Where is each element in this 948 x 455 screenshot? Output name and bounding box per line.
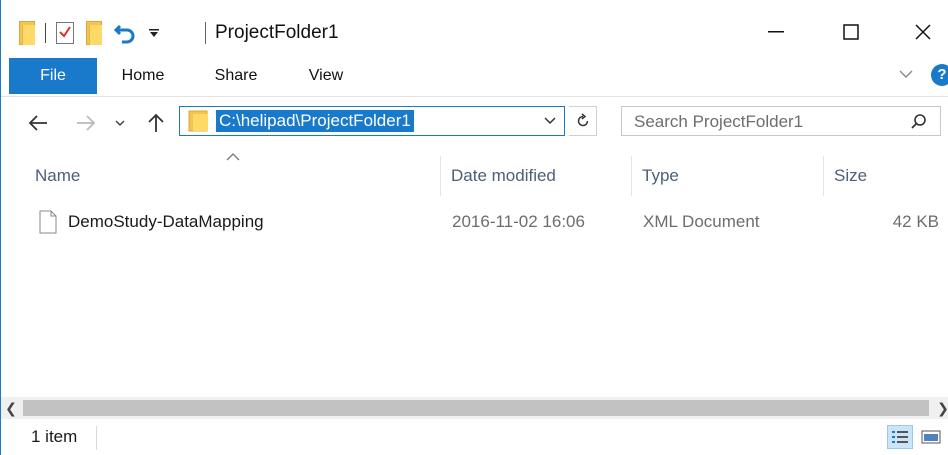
folder-icon	[188, 110, 210, 137]
back-arrow-icon	[28, 115, 47, 131]
address-dropdown-icon[interactable]	[542, 112, 558, 128]
column-size[interactable]: Size	[824, 156, 948, 196]
close-button[interactable]	[903, 14, 943, 50]
refresh-icon	[577, 113, 588, 127]
navigation-bar: C:\helipad\ProjectFolder1 Search Project…	[1, 98, 948, 150]
address-bar[interactable]: C:\helipad\ProjectFolder1	[179, 106, 565, 136]
forward-button[interactable]	[73, 110, 99, 136]
file-type: XML Document	[643, 212, 760, 231]
search-placeholder: Search ProjectFolder1	[634, 112, 804, 131]
close-icon	[915, 24, 931, 40]
window-title: ProjectFolder1	[215, 22, 339, 43]
scroll-right-icon[interactable]: ❯	[933, 397, 948, 419]
column-headers: Name Date modified Type Size	[1, 153, 948, 196]
table-row[interactable]: DemoStudy-DataMapping 2016-11-02 16:06 X…	[1, 205, 948, 239]
back-button[interactable]	[25, 110, 51, 136]
refresh-button[interactable]	[569, 106, 597, 136]
item-count: 1 item	[31, 427, 78, 446]
horizontal-scrollbar[interactable]: ❮ ❯	[1, 397, 948, 419]
tab-file[interactable]: File	[9, 58, 97, 94]
tab-share[interactable]: Share	[203, 58, 269, 94]
expand-ribbon-icon[interactable]	[898, 67, 914, 81]
large-icons-view-icon	[921, 430, 941, 444]
maximize-icon	[843, 24, 859, 40]
ribbon-tabs: File Home Share View ?	[1, 58, 948, 97]
minimize-icon	[768, 31, 784, 33]
status-bar: 1 item	[1, 420, 948, 455]
title-bar: ProjectFolder1	[1, 0, 948, 60]
up-button[interactable]	[143, 110, 169, 136]
minimize-button[interactable]	[756, 14, 796, 50]
properties-icon[interactable]	[56, 22, 74, 44]
maximize-button[interactable]	[831, 14, 871, 50]
forward-arrow-icon	[77, 115, 96, 131]
file-size: 42 KB	[892, 212, 939, 231]
details-view-button[interactable]	[887, 425, 913, 449]
chevron-down-icon	[115, 120, 125, 127]
document-icon	[39, 210, 57, 234]
file-date-modified: 2016-11-02 16:06	[452, 212, 585, 231]
column-name[interactable]: Name	[25, 156, 439, 196]
scrollbar-thumb[interactable]	[23, 400, 929, 416]
search-input[interactable]: Search ProjectFolder1	[621, 106, 941, 136]
file-name[interactable]: DemoStudy-DataMapping	[68, 205, 264, 239]
new-folder-icon[interactable]	[86, 21, 102, 45]
search-icon	[911, 114, 926, 129]
customize-toolbar-icon[interactable]	[148, 27, 160, 39]
tab-home[interactable]: Home	[109, 58, 177, 94]
column-date-modified[interactable]: Date modified	[441, 156, 631, 196]
title-separator	[205, 22, 206, 44]
folder-icon	[19, 21, 35, 45]
explorer-window: ProjectFolder1 File Home Share View ? C:…	[0, 0, 948, 455]
toolbar-separator	[45, 23, 46, 43]
large-icons-view-button[interactable]	[919, 425, 943, 449]
status-separator	[96, 426, 97, 450]
tab-view[interactable]: View	[295, 58, 357, 94]
column-type[interactable]: Type	[632, 156, 822, 196]
recent-locations-button[interactable]	[111, 110, 129, 136]
help-icon[interactable]: ?	[931, 64, 948, 86]
up-arrow-icon	[148, 113, 164, 132]
quick-access-toolbar	[19, 18, 160, 48]
scroll-left-icon[interactable]: ❮	[1, 397, 21, 419]
details-view-icon	[892, 431, 908, 443]
undo-icon[interactable]	[114, 22, 136, 44]
address-path[interactable]: C:\helipad\ProjectFolder1	[216, 110, 414, 132]
